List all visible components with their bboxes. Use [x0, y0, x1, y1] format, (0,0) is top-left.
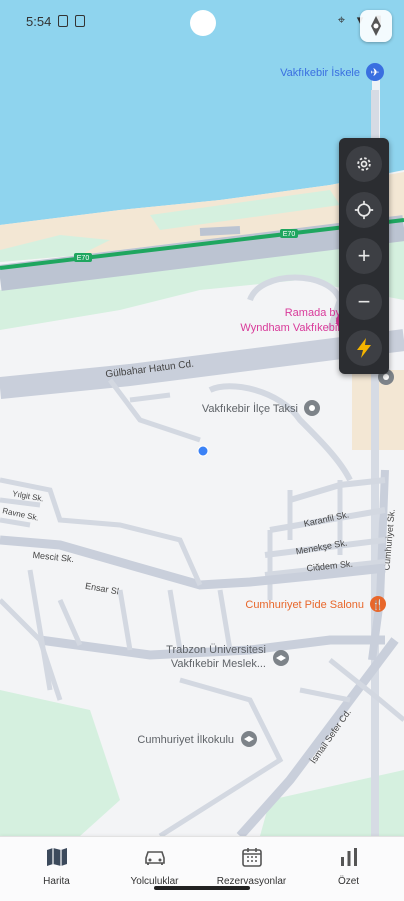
- current-location-dot: [197, 445, 209, 457]
- compass-button[interactable]: [360, 10, 392, 42]
- poi-label-line1: Trabzon Üniversitesi: [166, 644, 266, 656]
- sim-icon: [58, 15, 68, 27]
- camera-cutout: [190, 10, 216, 36]
- bottom-navigation: Harita Yolculuklar Rezervasyonlar Özet: [0, 836, 404, 901]
- nav-item-rezervasyonlar[interactable]: Rezervasyonlar: [201, 837, 302, 893]
- settings-button[interactable]: [346, 146, 382, 182]
- home-indicator: [154, 886, 250, 890]
- nav-item-harita[interactable]: Harita: [6, 837, 107, 893]
- map-icon: [46, 848, 67, 866]
- svg-text:✈: ✈: [370, 66, 379, 79]
- status-bar: 5:54 ⌖ ▾ ▮: [0, 0, 404, 44]
- poi-label-line1: Ramada by: [285, 307, 342, 319]
- svg-text:🍴: 🍴: [372, 598, 384, 611]
- lightning-icon: [357, 338, 371, 358]
- gear-icon: [357, 157, 371, 171]
- zoom-out-button[interactable]: −: [346, 284, 382, 320]
- calendar-icon: [241, 848, 262, 867]
- nav-label: Özet: [337, 876, 360, 887]
- plus-icon: +: [357, 243, 371, 268]
- car-icon: [144, 851, 165, 865]
- crosshair-icon: [354, 200, 374, 220]
- zoom-in-button[interactable]: +: [346, 238, 382, 274]
- bar-chart-icon: [340, 848, 357, 866]
- poi-label: Cumhuriyet İlkokulu: [137, 733, 234, 746]
- poi-label: Vakfıkebir İskele: [280, 66, 360, 79]
- road-label-e70-2: E70: [283, 231, 296, 238]
- map-controls-panel: + −: [339, 138, 389, 374]
- quick-action-button[interactable]: [346, 330, 382, 366]
- minus-icon: −: [357, 289, 371, 314]
- notification-icon: [75, 15, 85, 27]
- nav-item-yolculuklar[interactable]: Yolculuklar: [104, 837, 205, 893]
- nav-item-ozet[interactable]: Özet: [298, 837, 399, 893]
- map-canvas[interactable]: E70 E70 Gülbahar Hatun Cd. Cumhuriyet Sk…: [0, 0, 404, 900]
- nav-label: Harita: [43, 876, 70, 887]
- poi-label-line2: Vakfıkebir Meslek...: [171, 658, 266, 670]
- poi-label: Cumhuriyet Pide Salonu: [245, 599, 364, 611]
- compass-icon: [371, 16, 381, 36]
- status-time: 5:54: [26, 14, 52, 29]
- poi-label-line2: Wyndham Vakfıkebir: [240, 322, 341, 334]
- locate-button[interactable]: [346, 192, 382, 228]
- poi-label: Vakfıkebir İlçe Taksi: [202, 402, 298, 415]
- road-label-e70-1: E70: [77, 255, 90, 262]
